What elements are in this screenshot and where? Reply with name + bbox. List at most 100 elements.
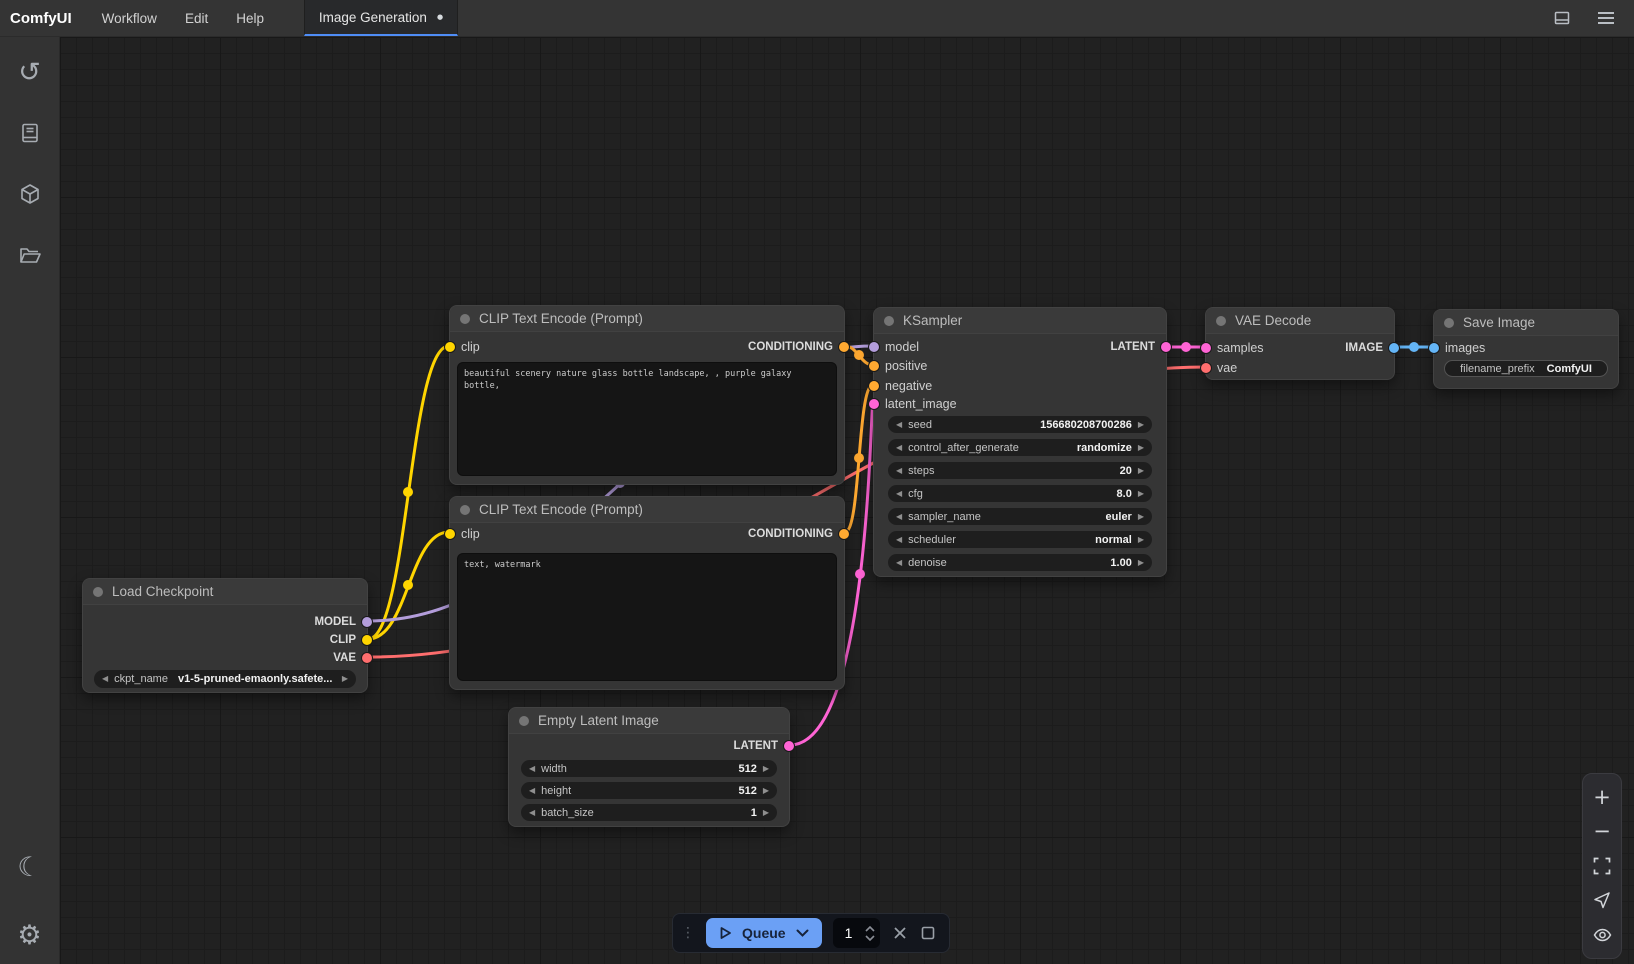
arrow-left-icon[interactable]: ◀ [102,675,108,683]
node-library-icon[interactable] [9,173,51,215]
arrow-left-icon[interactable]: ◀ [896,559,902,567]
drag-handle-icon[interactable]: ⋮ [681,926,695,940]
input-slot-clip[interactable] [445,342,455,352]
node-empty-latent-image[interactable]: Empty Latent Image LATENT ◀ width 512 ▶ … [508,707,790,827]
theme-toggle-icon[interactable]: ☾ [9,846,51,888]
arrow-right-icon[interactable]: ▶ [1138,444,1144,452]
arrow-right-icon[interactable]: ▶ [1138,559,1144,567]
chevron-down-icon[interactable] [796,929,809,937]
input-slot-positive[interactable] [869,361,879,371]
batch-count-input[interactable]: 1 [833,918,880,948]
output-slot-clip[interactable] [362,635,372,645]
queue-button[interactable]: Queue [706,918,822,948]
collapse-dot[interactable] [1444,318,1454,328]
collapse-dot[interactable] [1216,316,1226,326]
navigation-icon[interactable] [1591,889,1613,911]
input-slot-samples[interactable] [1201,343,1211,353]
node-title[interactable]: Load Checkpoint [83,579,367,605]
output-slot-image[interactable] [1389,343,1399,353]
output-slot-conditioning[interactable] [839,529,849,539]
arrow-right-icon[interactable]: ▶ [763,809,769,817]
zoom-in-icon[interactable]: + [1591,786,1613,808]
arrow-right-icon[interactable]: ▶ [1138,513,1144,521]
menu-edit[interactable]: Edit [171,0,222,36]
widget-filename-prefix[interactable]: filename_prefix ComfyUI [1444,360,1608,377]
menu-icon[interactable] [1596,8,1616,28]
arrow-right-icon[interactable]: ▶ [1138,467,1144,475]
widget-control-after-generate[interactable]: ◀ control_after_generate randomize ▶ [888,439,1152,456]
node-clip-text-encode-1[interactable]: CLIP Text Encode (Prompt) clip CONDITION… [449,305,845,485]
widget-steps[interactable]: ◀ steps 20 ▶ [888,462,1152,479]
node-ksampler[interactable]: KSampler model LATENT positive negative … [873,307,1167,577]
arrow-left-icon[interactable]: ◀ [529,787,535,795]
node-log-icon[interactable] [9,112,51,154]
collapse-dot[interactable] [884,316,894,326]
input-slot-negative[interactable] [869,381,879,391]
clear-queue-icon[interactable] [891,924,909,942]
menu-help[interactable]: Help [222,0,278,36]
stop-icon[interactable] [919,924,937,942]
input-slot-model[interactable] [869,342,879,352]
settings-icon[interactable]: ⚙ [9,914,51,956]
arrow-right-icon[interactable]: ▶ [1138,490,1144,498]
output-slot-conditioning[interactable] [839,342,849,352]
arrow-right-icon[interactable]: ▶ [1138,536,1144,544]
fit-view-icon[interactable] [1591,855,1613,877]
arrow-right-icon[interactable]: ▶ [342,675,348,683]
widget-height[interactable]: ◀ height 512 ▶ [521,782,777,799]
tab-image-generation[interactable]: Image Generation ● [304,0,458,36]
arrow-left-icon[interactable]: ◀ [896,421,902,429]
menu-workflow[interactable]: Workflow [88,0,171,36]
node-title[interactable]: Save Image [1434,310,1618,336]
input-slot-latent-image[interactable] [869,399,879,409]
output-slot-vae[interactable] [362,653,372,663]
workflows-icon[interactable] [9,234,51,276]
arrow-right-icon[interactable]: ▶ [1138,421,1144,429]
widget-sampler-name[interactable]: ◀ sampler_name euler ▶ [888,508,1152,525]
node-title[interactable]: Empty Latent Image [509,708,789,734]
input-slot-images[interactable] [1429,343,1439,353]
node-title[interactable]: CLIP Text Encode (Prompt) [450,497,844,523]
arrow-left-icon[interactable]: ◀ [896,536,902,544]
output-slot-latent[interactable] [1161,342,1171,352]
arrow-left-icon[interactable]: ◀ [896,444,902,452]
output-slot-model[interactable] [362,617,372,627]
node-title[interactable]: VAE Decode [1206,308,1394,334]
arrow-left-icon[interactable]: ◀ [529,765,535,773]
arrow-left-icon[interactable]: ◀ [896,467,902,475]
zoom-out-icon[interactable]: − [1591,821,1613,843]
toggle-links-eye-icon[interactable] [1591,924,1613,946]
widget-cfg[interactable]: ◀ cfg 8.0 ▶ [888,485,1152,502]
spinner-down-icon[interactable] [865,935,875,941]
collapse-dot[interactable] [460,314,470,324]
node-load-checkpoint[interactable]: Load Checkpoint MODEL CLIP VAE ◀ ckpt_na… [82,578,368,693]
input-slot-vae[interactable] [1201,363,1211,373]
collapse-dot[interactable] [93,587,103,597]
node-title[interactable]: CLIP Text Encode (Prompt) [450,306,844,332]
arrow-left-icon[interactable]: ◀ [896,513,902,521]
node-clip-text-encode-2[interactable]: CLIP Text Encode (Prompt) clip CONDITION… [449,496,845,690]
widget-seed[interactable]: ◀ seed 156680208700286 ▶ [888,416,1152,433]
history-icon[interactable]: ↺ [9,51,51,93]
arrow-right-icon[interactable]: ▶ [763,787,769,795]
node-graph-canvas[interactable]: CLIP Text Encode (Prompt) clip CONDITION… [60,37,1634,964]
widget-batch-size[interactable]: ◀ batch_size 1 ▶ [521,804,777,821]
prompt-textarea[interactable]: text, watermark [457,553,837,681]
collapse-dot[interactable] [460,505,470,515]
widget-denoise[interactable]: ◀ denoise 1.00 ▶ [888,554,1152,571]
arrow-left-icon[interactable]: ◀ [529,809,535,817]
prompt-textarea[interactable]: beautiful scenery nature glass bottle la… [457,362,837,476]
arrow-right-icon[interactable]: ▶ [763,765,769,773]
output-slot-latent[interactable] [784,741,794,751]
input-slot-clip[interactable] [445,529,455,539]
widget-scheduler[interactable]: ◀ scheduler normal ▶ [888,531,1152,548]
node-vae-decode[interactable]: VAE Decode samples IMAGE vae [1205,307,1395,380]
node-title[interactable]: KSampler [874,308,1166,334]
bottom-panel-icon[interactable] [1552,8,1572,28]
node-save-image[interactable]: Save Image images filename_prefix ComfyU… [1433,309,1619,389]
spinner-up-icon[interactable] [865,926,875,932]
widget-ckpt-name[interactable]: ◀ ckpt_name v1-5-pruned-emaonly.safete..… [94,670,356,688]
arrow-left-icon[interactable]: ◀ [896,490,902,498]
collapse-dot[interactable] [519,716,529,726]
widget-width[interactable]: ◀ width 512 ▶ [521,760,777,777]
